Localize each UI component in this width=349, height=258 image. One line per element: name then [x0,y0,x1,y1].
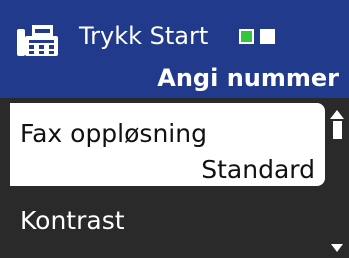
menu-item-label: Fax oppløsning [20,119,207,148]
scrollbar-thumb[interactable] [333,121,342,139]
arrow-up-icon[interactable] [330,110,344,119]
lcd-screen: Trykk Start Angi nummer Fax oppløsning S… [0,0,349,258]
green-indicator [239,29,254,44]
prompt-text: Angi nummer [157,64,339,92]
fax-machine-icon [17,25,58,56]
menu-item-label: Kontrast [20,206,125,235]
menu-item-fax-resolution[interactable]: Fax oppløsning Standard [10,103,325,186]
status-text: Trykk Start [79,22,209,50]
arrow-down-icon[interactable] [331,244,343,252]
white-indicator [260,29,275,44]
menu-item-contrast[interactable]: Kontrast [10,193,325,253]
menu-item-value: Standard [201,155,315,184]
status-header: Trykk Start Angi nummer [0,0,349,98]
